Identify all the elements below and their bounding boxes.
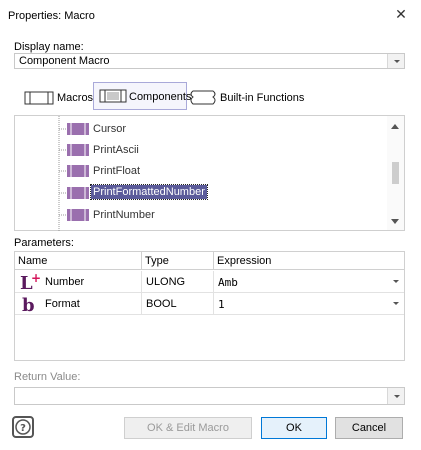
tab-components[interactable]: Components bbox=[93, 82, 191, 110]
param-type-cell: BOOL bbox=[142, 293, 214, 315]
display-name-label: Display name: bbox=[14, 41, 84, 53]
tree-item-printformattednumber[interactable]: PrintFormattedNumber bbox=[15, 184, 387, 204]
param-name: Number bbox=[45, 276, 85, 288]
column-header-name: Name bbox=[15, 252, 142, 270]
tab-macros[interactable]: Macros bbox=[20, 84, 94, 112]
tree-scrollbar[interactable] bbox=[387, 116, 404, 230]
close-icon[interactable]: ✕ bbox=[394, 7, 408, 21]
scroll-thumb[interactable] bbox=[392, 162, 399, 184]
component-macro-icon bbox=[67, 187, 89, 199]
param-expression: 1 bbox=[218, 298, 225, 311]
tree-item-label: Cursor bbox=[93, 123, 127, 135]
tree-item-printnumber[interactable]: PrintNumber bbox=[15, 206, 387, 226]
built-in-function-icon bbox=[190, 90, 216, 105]
ok-button[interactable]: OK bbox=[261, 417, 327, 439]
param-type: BOOL bbox=[146, 298, 177, 310]
scroll-up-icon[interactable] bbox=[391, 124, 399, 129]
parameters-grid: Name Type Expression L + Number ULONG Am… bbox=[14, 251, 405, 361]
cancel-button[interactable]: Cancel bbox=[335, 417, 403, 439]
chevron-down-icon[interactable] bbox=[387, 271, 404, 292]
ok-edit-macro-button[interactable]: OK & Edit Macro bbox=[124, 417, 252, 439]
svg-text:+: + bbox=[31, 272, 41, 285]
column-header-expression: Expression bbox=[214, 252, 404, 270]
component-macro-icon bbox=[67, 123, 89, 135]
tab-components-label: Components bbox=[129, 91, 192, 103]
tree-item-printascii[interactable]: PrintAscii bbox=[15, 141, 387, 161]
display-name-combo[interactable]: Component Macro bbox=[14, 53, 405, 69]
param-type-cell: ULONG bbox=[142, 271, 214, 293]
svg-text:b: b bbox=[22, 295, 35, 314]
integer-type-icon: L + bbox=[20, 272, 41, 292]
window-title: Properties: Macro bbox=[8, 10, 95, 22]
tree-item-label: PrintNumber bbox=[93, 209, 155, 221]
return-value-combo[interactable] bbox=[14, 387, 405, 405]
param-name-cell[interactable]: b Format bbox=[15, 293, 142, 315]
tree-item-label: PrintAscii bbox=[93, 144, 139, 156]
parameters-label: Parameters: bbox=[14, 237, 74, 249]
svg-text:?: ? bbox=[20, 423, 26, 434]
tree-item-printfloat[interactable]: PrintFloat bbox=[15, 162, 387, 182]
component-macro-icon bbox=[99, 89, 127, 103]
tree-item-label: PrintFormattedNumber bbox=[90, 184, 208, 200]
param-expression-cell[interactable]: Amb bbox=[214, 271, 404, 293]
help-button[interactable]: ? bbox=[12, 416, 34, 438]
column-header-type: Type bbox=[142, 252, 214, 270]
chevron-down-icon[interactable] bbox=[387, 293, 404, 314]
param-expression: Amb bbox=[218, 276, 238, 289]
macro-icon bbox=[24, 91, 54, 105]
component-macro-icon bbox=[67, 165, 89, 177]
tab-built-in-functions-label: Built-in Functions bbox=[220, 92, 305, 104]
display-name-value: Component Macro bbox=[19, 55, 110, 67]
tab-macros-label: Macros bbox=[57, 92, 94, 104]
help-icon: ? bbox=[15, 419, 31, 435]
scroll-down-icon[interactable] bbox=[391, 219, 399, 224]
component-macro-icon bbox=[67, 144, 89, 156]
boolean-type-icon: b bbox=[22, 295, 35, 314]
tab-built-in-functions[interactable]: Built-in Functions bbox=[190, 84, 310, 112]
tree-item-label: PrintFloat bbox=[93, 165, 141, 177]
chevron-down-icon[interactable] bbox=[387, 54, 404, 68]
param-name: Format bbox=[45, 298, 80, 310]
param-name-cell[interactable]: L + Number bbox=[15, 271, 142, 293]
param-expression-cell[interactable]: 1 bbox=[214, 293, 404, 315]
component-tree[interactable]: Cursor PrintAscii PrintFloat PrintFormat… bbox=[14, 115, 405, 232]
component-macro-icon bbox=[67, 209, 89, 221]
param-type: ULONG bbox=[146, 276, 186, 288]
chevron-down-icon[interactable] bbox=[387, 388, 404, 404]
return-value-label: Return Value: bbox=[14, 371, 81, 383]
tree-item-cursor[interactable]: Cursor bbox=[15, 120, 387, 140]
